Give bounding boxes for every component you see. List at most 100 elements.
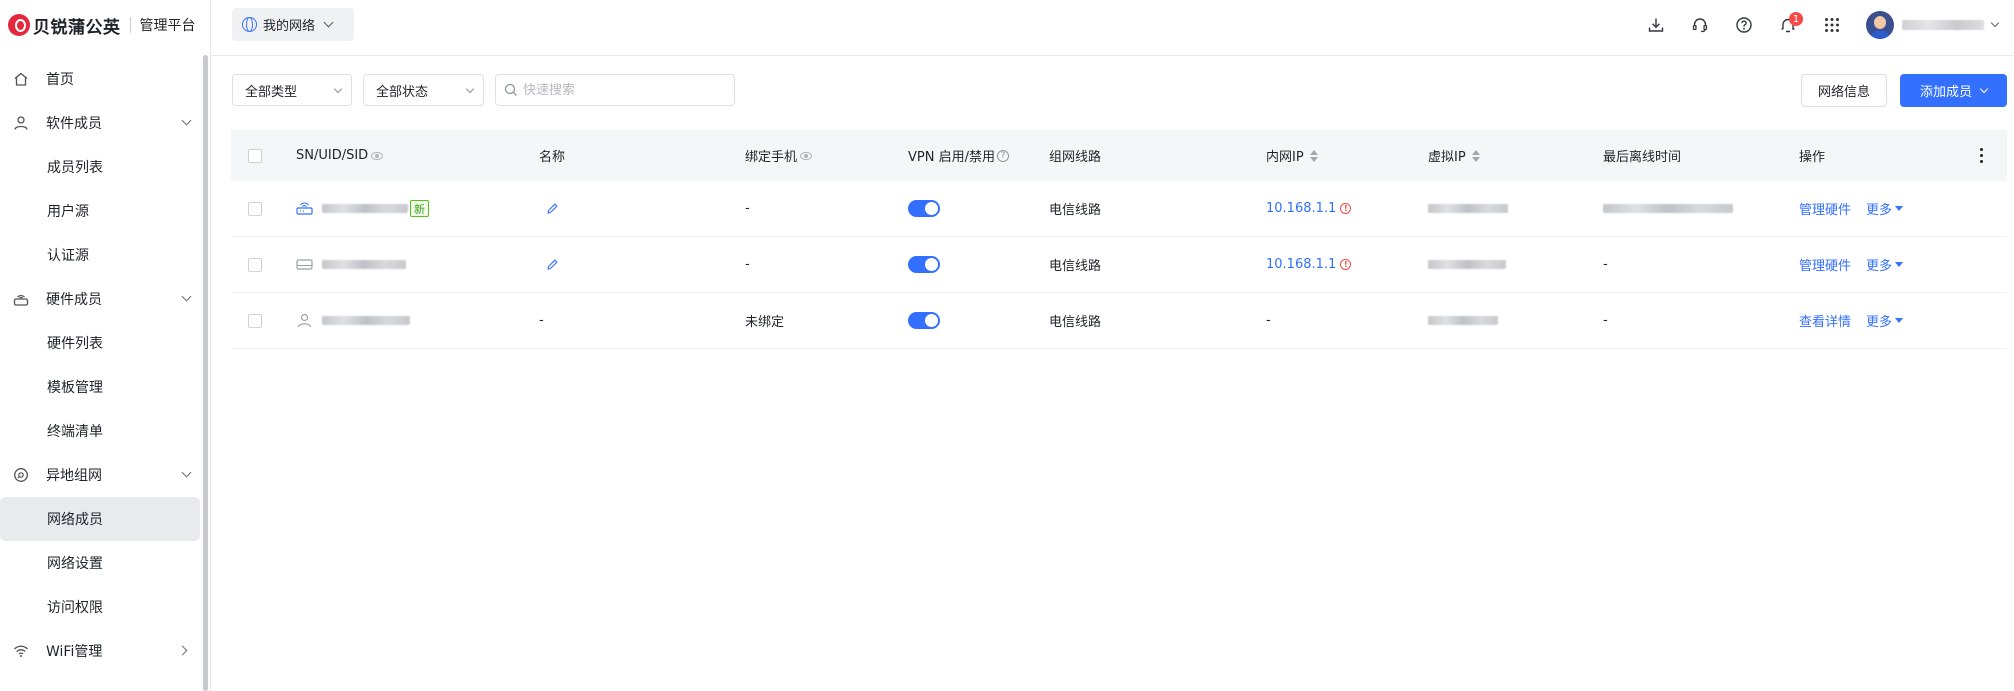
chevron-down-icon [1990, 18, 2000, 28]
download-icon [1648, 18, 1664, 32]
sn-cell: 新 [296, 200, 429, 217]
more-actions-link[interactable]: 更多 [1866, 311, 1892, 330]
virtual-ip-redacted [1428, 316, 1498, 325]
network-switcher-label: 我的网络 [263, 19, 316, 34]
sidebar-item-label: 成员列表 [47, 160, 103, 176]
vpn-toggle[interactable] [908, 312, 940, 329]
sidebar-item-auth-source[interactable]: 认证源 [0, 233, 206, 277]
network-switcher[interactable]: 我的网络 [232, 8, 354, 41]
apps-button[interactable] [1810, 0, 1854, 50]
row-checkbox[interactable] [248, 201, 262, 216]
manage-hardware-link[interactable]: 管理硬件 [1799, 199, 1851, 218]
phone-cell: - [745, 201, 750, 216]
search-box[interactable] [495, 74, 735, 106]
more-actions-link[interactable]: 更多 [1866, 255, 1892, 274]
column-header-label: 组网线路 [1049, 150, 1102, 165]
download-button[interactable] [1634, 0, 1678, 50]
sidebar-item-hardware-list[interactable]: 硬件列表 [0, 321, 206, 365]
sidebar-item-network-members[interactable]: 网络成员 [0, 497, 200, 541]
chevron-down-icon [323, 17, 334, 28]
edit-name-button[interactable] [546, 258, 559, 271]
help-button[interactable] [1722, 0, 1766, 50]
lan-ip-link[interactable]: 10.168.1.1 [1266, 257, 1336, 272]
sidebar-item-home[interactable]: 首页 [0, 57, 206, 101]
sidebar-item-member-list[interactable]: 成员列表 [0, 145, 206, 189]
warning-icon[interactable]: ! [1340, 203, 1352, 214]
type-filter-select[interactable]: 全部类型 [232, 74, 352, 106]
column-header-label: 操作 [1799, 150, 1826, 165]
logo-mark-icon [8, 14, 30, 36]
sidebar-item-label: 软件成员 [46, 116, 102, 132]
network-info-label: 网络信息 [1817, 85, 1870, 100]
select-all-checkbox[interactable] [248, 148, 262, 163]
vpn-toggle[interactable] [908, 256, 940, 273]
more-vertical-icon [1980, 148, 1983, 163]
lan-ip-cell[interactable]: 10.168.1.1 ! [1266, 201, 1352, 216]
row-checkbox[interactable] [248, 313, 262, 328]
lan-ip-cell[interactable]: 10.168.1.1 ! [1266, 257, 1352, 272]
sidebar-item-templates[interactable]: 模板管理 [0, 365, 206, 409]
sidebar-item-label: 硬件列表 [47, 336, 103, 352]
help-icon[interactable]: ? [996, 149, 1009, 162]
warning-icon[interactable]: ! [1340, 259, 1352, 270]
column-header-label: 最后离线时间 [1603, 150, 1682, 165]
chevron-down-icon [465, 84, 475, 94]
vpn-toggle[interactable] [908, 200, 940, 217]
router-icon [296, 202, 313, 215]
eye-icon[interactable] [371, 151, 384, 160]
more-actions-link[interactable]: 更多 [1866, 199, 1892, 218]
phone-cell: 未绑定 [745, 315, 785, 330]
edit-name-button[interactable] [546, 202, 559, 215]
brand-logo[interactable]: 贝锐蒲公英 管理平台 [8, 12, 196, 38]
column-header-label: SN/UID/SID [296, 148, 369, 163]
brand-divider [129, 17, 131, 33]
sidebar-item-software-members[interactable]: 软件成员 [0, 101, 206, 145]
virtual-ip-redacted [1428, 260, 1506, 269]
sidebar-item-wifi[interactable]: WiFi管理 [0, 629, 206, 673]
status-filter-select[interactable]: 全部状态 [363, 74, 484, 106]
column-header-ops: 操作 [1799, 146, 1825, 165]
column-settings-button[interactable] [1980, 148, 1983, 163]
sidebar-item-hardware-members[interactable]: 硬件成员 [0, 277, 206, 321]
phone-cell: - [745, 257, 750, 272]
table-row: 新 - 电信线路 10.168.1.1 ! 管理硬件 更多 [231, 181, 2007, 237]
sidebar-item-remote-network[interactable]: 异地组网 [0, 453, 206, 497]
manage-hardware-link[interactable]: 管理硬件 [1799, 255, 1851, 274]
sn-redacted [322, 260, 406, 269]
search-input[interactable] [523, 82, 723, 98]
support-button[interactable] [1678, 0, 1722, 50]
network-info-button[interactable]: 网络信息 [1801, 74, 1887, 107]
column-header-lan-ip[interactable]: 内网IP [1266, 146, 1318, 165]
sort-icon[interactable] [1309, 149, 1318, 162]
sidebar-item-user-source[interactable]: 用户源 [0, 189, 206, 233]
add-member-label: 添加成员 [1919, 85, 1972, 100]
sidebar-item-terminal-list[interactable]: 终端清单 [0, 409, 206, 453]
add-member-button[interactable]: 添加成员 [1900, 74, 2007, 107]
ops-cell: 管理硬件 更多 [1799, 255, 1904, 274]
sidebar-item-label: 异地组网 [46, 468, 102, 484]
sidebar-item-network-settings[interactable]: 网络设置 [0, 541, 206, 585]
caret-down-icon [1895, 262, 1904, 267]
sort-icon[interactable] [1471, 149, 1480, 162]
route-cell: 电信线路 [1049, 203, 1102, 218]
column-header-virtual-ip[interactable]: 虚拟IP [1428, 146, 1480, 165]
sidebar-scrollbar[interactable] [203, 55, 208, 691]
lan-ip-link[interactable]: 10.168.1.1 [1266, 201, 1336, 216]
column-header-sn: SN/UID/SID [296, 148, 384, 163]
ops-cell: 查看详情 更多 [1799, 311, 1904, 330]
sn-cell [296, 313, 410, 328]
route-cell: 电信线路 [1049, 315, 1102, 330]
user-menu[interactable] [1854, 0, 2014, 50]
top-toolbar: 1 [1634, 0, 2014, 50]
view-details-link[interactable]: 查看详情 [1799, 311, 1851, 330]
eye-icon[interactable] [800, 151, 813, 160]
table-header: SN/UID/SID 名称 绑定手机 VPN 启用/禁用 ? 组网线路 内网IP… [231, 130, 2007, 181]
sidebar-item-label: WiFi管理 [46, 644, 103, 660]
sidebar-item-access-control[interactable]: 访问权限 [0, 585, 206, 629]
headset-icon [1692, 18, 1708, 33]
notifications-button[interactable]: 1 [1766, 0, 1810, 50]
sidebar-item-label: 网络成员 [47, 512, 103, 528]
sidebar-item-label: 用户源 [47, 204, 89, 220]
column-header-last-offline: 最后离线时间 [1603, 146, 1681, 165]
row-checkbox[interactable] [248, 257, 262, 272]
